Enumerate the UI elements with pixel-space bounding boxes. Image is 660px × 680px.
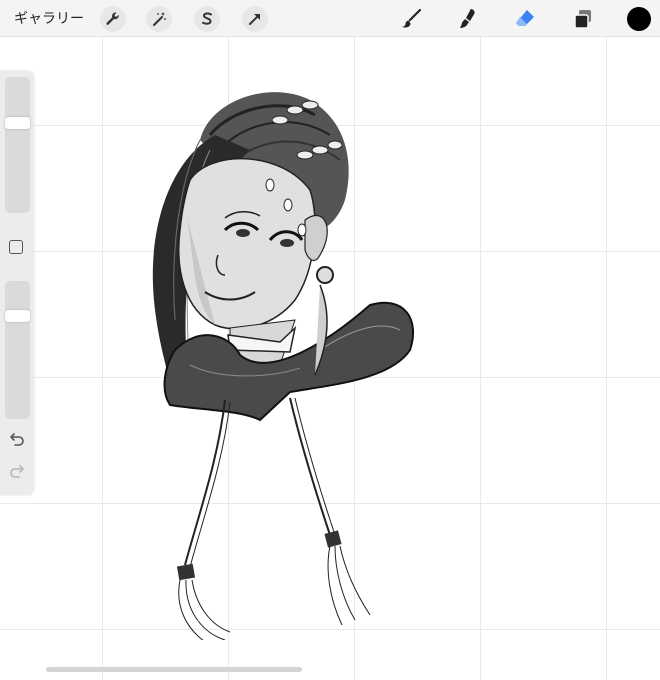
- color-button[interactable]: [624, 4, 654, 34]
- character-sketch: [152, 92, 415, 640]
- brush-size-slider-thumb[interactable]: [5, 117, 30, 129]
- opacity-slider-thumb[interactable]: [5, 310, 30, 322]
- actions-button[interactable]: [100, 6, 126, 32]
- color-swatch-icon: [627, 7, 651, 31]
- gallery-button[interactable]: ギャラリー: [14, 8, 84, 28]
- selection-button[interactable]: [194, 6, 220, 32]
- brush-button[interactable]: [396, 4, 426, 34]
- smudge-button[interactable]: [452, 4, 482, 34]
- selection-s-icon: [202, 12, 212, 25]
- smudge-icon: [460, 9, 475, 28]
- top-toolbar: ギャラリー: [0, 0, 660, 37]
- layers-button[interactable]: [568, 4, 598, 34]
- magic-wand-icon: [153, 12, 166, 26]
- brush-icon: [402, 8, 422, 28]
- layers-icon: [574, 10, 591, 29]
- eraser-icon: [516, 10, 534, 26]
- brush-sidebar: [0, 71, 34, 495]
- arrow-cursor-icon: [249, 14, 260, 25]
- transform-button[interactable]: [242, 6, 268, 32]
- adjustments-button[interactable]: [146, 6, 172, 32]
- wrench-icon: [106, 12, 119, 25]
- redo-icon[interactable]: [8, 463, 26, 481]
- eraser-button[interactable]: [510, 4, 540, 34]
- brush-size-slider[interactable]: [5, 77, 30, 213]
- horizontal-scrollbar[interactable]: [46, 667, 302, 672]
- undo-icon[interactable]: [8, 431, 26, 449]
- opacity-slider[interactable]: [5, 281, 30, 419]
- square-modify-icon[interactable]: [9, 240, 23, 254]
